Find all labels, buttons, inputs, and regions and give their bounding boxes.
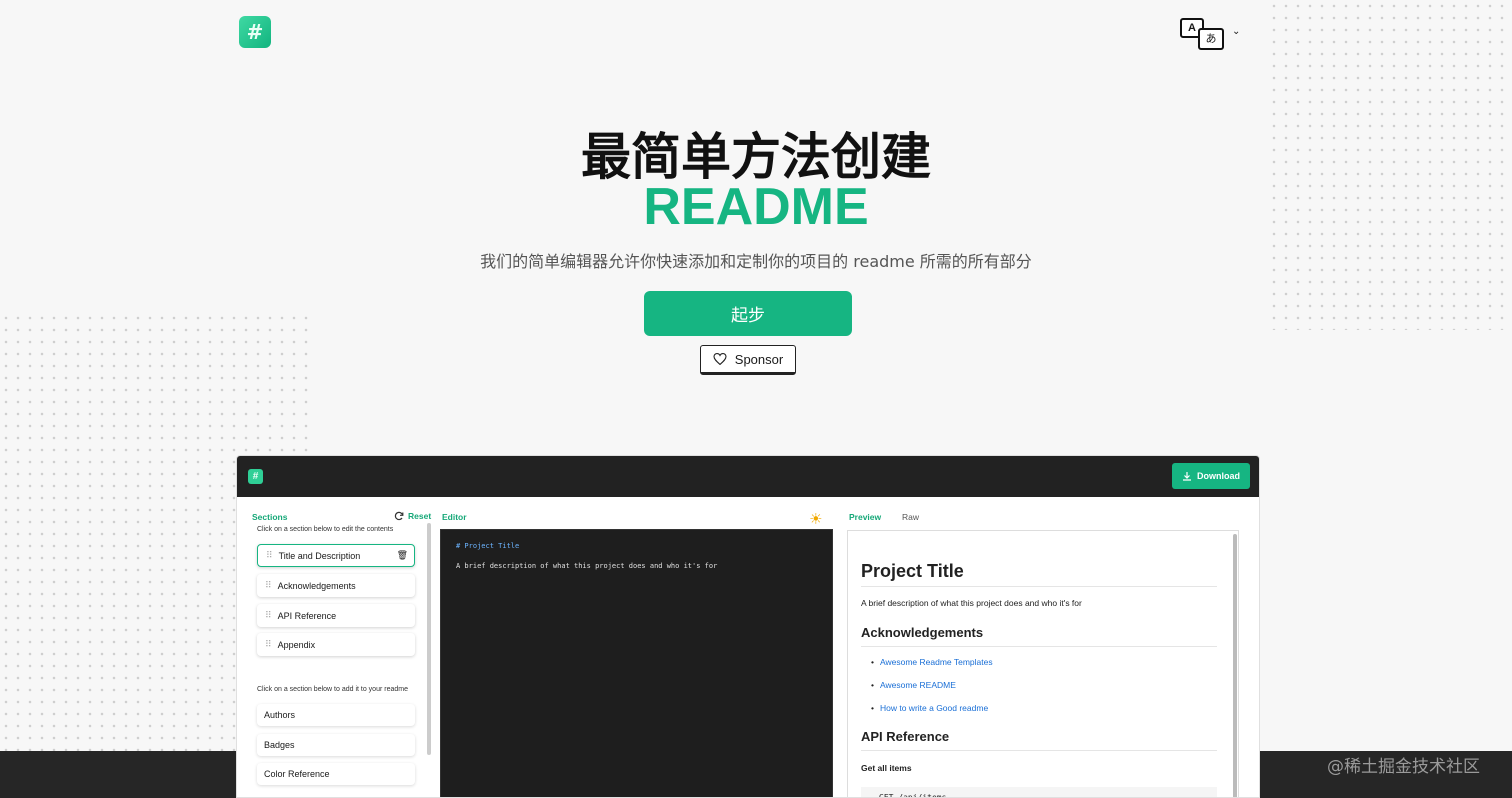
reset-button[interactable]: Reset [394,511,431,521]
section-item-acknowledgements[interactable]: ⠿ Acknowledgements [257,574,415,597]
editor-heading: Editor [442,512,467,522]
site-logo[interactable]: # [239,16,271,48]
app-topbar: # Download [237,456,1259,497]
heart-icon [713,353,727,365]
edit-hint: Click on a section below to edit the con… [257,526,394,533]
preview-link[interactable]: Awesome README [880,680,956,690]
preview-title: Project Title [861,561,964,581]
list-item[interactable]: • How to write a Good readme [871,703,988,713]
download-label: Download [1197,471,1240,481]
divider [861,646,1217,647]
section-label: API Reference [277,610,337,621]
language-switcher[interactable]: A あ ⌄ [1178,16,1242,54]
editor-line: # Project Title [456,542,520,550]
translate-icon-b: あ [1198,28,1224,50]
drag-handle-icon[interactable]: ⠿ [266,550,273,561]
list-item[interactable]: • Awesome Readme Templates [871,657,993,667]
bullet: • [871,657,874,667]
list-item[interactable]: • Awesome README [871,680,956,690]
preview-heading-api: API Reference [861,729,950,744]
bullet: • [871,680,874,690]
download-icon [1183,472,1191,481]
trash-icon[interactable]: 🗑 [397,550,408,561]
watermark: @稀土掘金技术社区 [1327,757,1480,777]
refresh-icon [394,511,404,521]
preview-description: A brief description of what this project… [861,598,1082,608]
markdown-editor[interactable]: # Project Title A brief description of w… [440,529,833,797]
preview-scrollbar[interactable] [1233,534,1237,797]
add-section-badges[interactable]: Badges [257,734,415,756]
sections-heading: Sections [252,512,288,522]
preview-subheading: Get all items [861,763,912,773]
preview-link[interactable]: Awesome Readme Templates [880,657,993,667]
sponsor-button[interactable]: Sponsor [700,345,796,375]
tab-raw[interactable]: Raw [902,512,919,522]
editor-line: A brief description of what this project… [456,562,718,570]
divider [861,750,1217,751]
section-item-title[interactable]: ⠿ Title and Description 🗑 [257,544,415,567]
section-label: Title and Description [278,550,361,561]
start-button[interactable]: 起步 [644,291,852,336]
sun-icon[interactable]: ☀ [809,510,822,528]
bullet: • [871,703,874,713]
app-preview: # Download Sections Reset Click on a sec… [236,455,1260,798]
sponsor-label: Sponsor [734,351,784,367]
add-section-color-reference[interactable]: Color Reference [257,763,415,785]
section-label: Appendix [277,639,316,650]
sections-scrollbar[interactable] [427,523,431,755]
preview-code-block: GET /api/items [861,787,1217,797]
tab-preview[interactable]: Preview [849,512,881,522]
section-label: Acknowledgements [277,580,356,591]
drag-handle-icon[interactable]: ⠿ [265,580,272,591]
readme-preview: Project Title A brief description of wha… [847,530,1239,797]
section-item-api-reference[interactable]: ⠿ API Reference [257,604,415,627]
hero-subtitle: 我们的简单编辑器允许你快速添加和定制你的项目的 readme 所需的所有部分 [480,252,1032,271]
add-section-authors[interactable]: Authors [257,704,415,726]
preview-heading-ack: Acknowledgements [861,625,984,640]
hero-title-readme: README [643,178,869,236]
chevron-down-icon: ⌄ [1232,26,1241,37]
divider [861,586,1217,587]
drag-handle-icon[interactable]: ⠿ [265,639,272,650]
add-hint: Click on a section below to add it to yo… [257,686,408,693]
download-button[interactable]: Download [1172,463,1250,489]
reset-label: Reset [408,511,432,521]
section-item-appendix[interactable]: ⠿ Appendix [257,633,415,656]
preview-link[interactable]: How to write a Good readme [880,703,988,713]
app-logo: # [248,469,263,484]
drag-handle-icon[interactable]: ⠿ [265,610,272,621]
